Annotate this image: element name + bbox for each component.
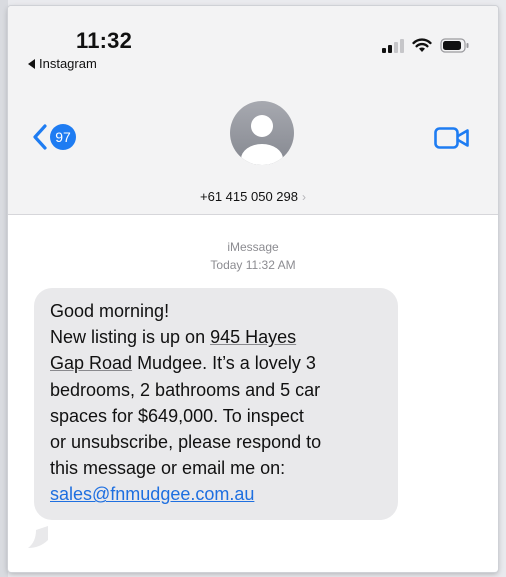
message-line: this message or email me on: [50, 458, 286, 479]
status-time: 11:32 [76, 28, 133, 53]
message-line: spaces for $649,000. To inspect [50, 405, 304, 426]
contact-chevron-icon: › [301, 190, 306, 204]
address-link[interactable]: 945 Hayes [210, 327, 296, 347]
conversation-meta: iMessage Today 11:32 AM [8, 238, 498, 274]
back-to-app-link[interactable]: Instagram [28, 56, 97, 71]
bubble-tail [28, 526, 48, 548]
service-label: iMessage [227, 240, 279, 254]
message-bubble[interactable]: Good morning! New listing is up on 945 H… [34, 288, 398, 520]
wifi-icon [412, 38, 432, 52]
message-timestamp: Today 11:32 AM [210, 258, 296, 272]
address-link[interactable]: Gap Road [50, 353, 132, 373]
back-triangle-icon [28, 59, 35, 69]
message-line: bedrooms, 2 bathrooms and 5 car [50, 379, 321, 400]
status-icons [382, 38, 470, 53]
facetime-video-button[interactable] [434, 126, 470, 155]
cellular-signal-icon [382, 38, 404, 53]
contact-name[interactable]: +61 415 050 298 › [8, 189, 498, 204]
message-line: or unsubscribe, please respond to [50, 432, 322, 453]
message-line: Good morning! [50, 301, 170, 321]
conversation-header: 11:32 Instagram 97 +61 415 050 298 › [8, 6, 498, 215]
back-app-label: Instagram [39, 56, 97, 71]
unread-count-badge: 97 [50, 124, 76, 150]
email-link[interactable]: sales@fnmudgee.com.au [50, 481, 384, 507]
battery-icon [440, 38, 469, 53]
phone-screen: 11:32 Instagram 97 +61 415 050 298 › iMe… [8, 6, 498, 572]
background-strip [0, 0, 8, 577]
contact-avatar-icon[interactable] [230, 101, 294, 165]
back-button[interactable]: 97 [32, 124, 76, 150]
back-chevron-icon [33, 124, 47, 150]
video-camera-icon [434, 127, 469, 149]
contact-number: +61 415 050 298 [200, 189, 298, 204]
message-line: New listing is up on 945 Hayes [50, 327, 297, 348]
message-line: Gap Road Mudgee. It’s a lovely 3 [50, 353, 316, 374]
